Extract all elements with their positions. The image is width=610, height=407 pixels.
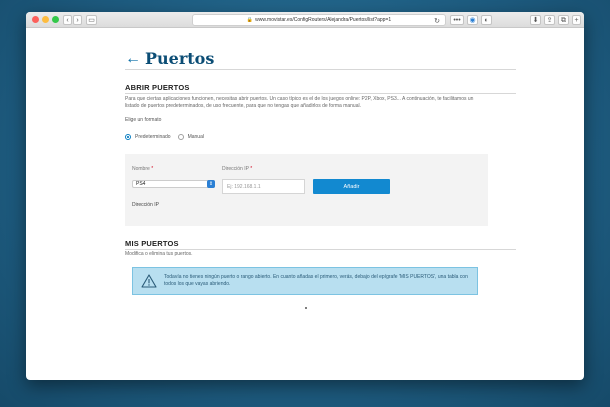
notice-text: Todavía no tienes ningún puerto o rango …: [164, 274, 468, 287]
lock-icon: 🔒: [246, 17, 254, 23]
back-button[interactable]: ‹: [63, 15, 72, 25]
new-tab-button[interactable]: +: [572, 15, 581, 25]
ellipsis-icon: •••: [453, 16, 461, 24]
name-select-value: PS4: [136, 181, 146, 187]
open-ports-title: ABRIR PUERTOS: [125, 83, 190, 92]
loading-dot: [305, 307, 307, 309]
radio-manual-label: Manual: [187, 134, 204, 140]
tabs-button[interactable]: ⧉: [558, 15, 569, 25]
my-ports-divider: [125, 249, 516, 250]
minimize-window-button[interactable]: [42, 16, 49, 23]
browser-toolbar: ‹ › ▭ 🔒 www.movistar.es/ConfigRouters/Al…: [26, 12, 584, 28]
open-ports-description: Para que ciertas aplicaciones funcionen,…: [125, 96, 474, 109]
required-mark: *: [250, 166, 253, 172]
extension-button[interactable]: ◉: [467, 15, 478, 25]
required-mark: *: [151, 166, 154, 172]
more-button[interactable]: •••: [450, 15, 464, 25]
chevron-right-icon: ›: [76, 16, 79, 24]
privacy-icon: ◐: [484, 16, 489, 24]
plus-icon: +: [574, 16, 579, 24]
name-label: Nombre *: [132, 166, 153, 172]
share-button[interactable]: ⇪: [544, 15, 555, 25]
downloads-button[interactable]: ⬇: [530, 15, 541, 25]
format-radio-group: Predeterminado Manual: [125, 134, 211, 140]
format-label: Elige un formato: [125, 117, 162, 123]
name-label-text: Nombre: [132, 166, 150, 172]
reload-icon[interactable]: ↻: [434, 17, 440, 25]
title-divider: [125, 69, 516, 70]
forward-button[interactable]: ›: [73, 15, 82, 25]
tabs-icon: ⧉: [561, 16, 566, 24]
open-ports-divider: [125, 93, 516, 94]
warning-icon: [141, 274, 157, 288]
radio-predeterminado-label: Predeterminado: [135, 134, 171, 140]
privacy-button[interactable]: ◐: [481, 15, 492, 25]
url-text: www.movistar.es/ConfigRouters/Alejandra/…: [255, 17, 392, 23]
browser-window: ‹ › ▭ 🔒 www.movistar.es/ConfigRouters/Al…: [26, 12, 584, 380]
page-title: Puertos: [145, 49, 215, 68]
zoom-window-button[interactable]: [52, 16, 59, 23]
add-port-panel: Nombre * Dirección IP * PS4 ⇕ Ej: 192.16…: [125, 154, 488, 226]
info-notice: Todavía no tienes ningún puerto o rango …: [132, 267, 478, 295]
my-ports-subtitle: Modifica o elimina tus puertos.: [125, 251, 193, 257]
name-select[interactable]: PS4 ⇕: [132, 180, 215, 188]
ip-input[interactable]: Ej: 192.168.1.1: [222, 179, 305, 194]
ip-input-placeholder: Ej: 192.168.1.1: [227, 183, 261, 190]
chevron-updown-icon: ⇕: [207, 180, 215, 188]
arrow-left-icon[interactable]: ←: [125, 50, 141, 67]
sidebar-icon: ▭: [88, 16, 95, 24]
share-icon: ⇪: [546, 16, 553, 24]
page-content: ← Puertos ABRIR PUERTOS Para que ciertas…: [26, 28, 584, 380]
ip-label: Dirección IP *: [222, 166, 252, 172]
radio-predeterminado[interactable]: [125, 134, 131, 140]
add-button[interactable]: Añadir: [313, 179, 390, 194]
ip-result-label: Dirección IP: [132, 202, 159, 208]
address-bar[interactable]: 🔒 www.movistar.es/ConfigRouters/Alejandr…: [192, 14, 446, 26]
sidebar-button[interactable]: ▭: [86, 15, 97, 25]
radio-manual[interactable]: [177, 134, 184, 140]
download-icon: ⬇: [532, 16, 539, 24]
my-ports-title: MIS PUERTOS: [125, 239, 179, 248]
extension-icon: ◉: [469, 16, 476, 24]
chevron-left-icon: ‹: [66, 16, 69, 24]
ip-label-text: Dirección IP: [222, 166, 249, 172]
page-header: ← Puertos: [125, 49, 214, 68]
close-window-button[interactable]: [32, 16, 39, 23]
